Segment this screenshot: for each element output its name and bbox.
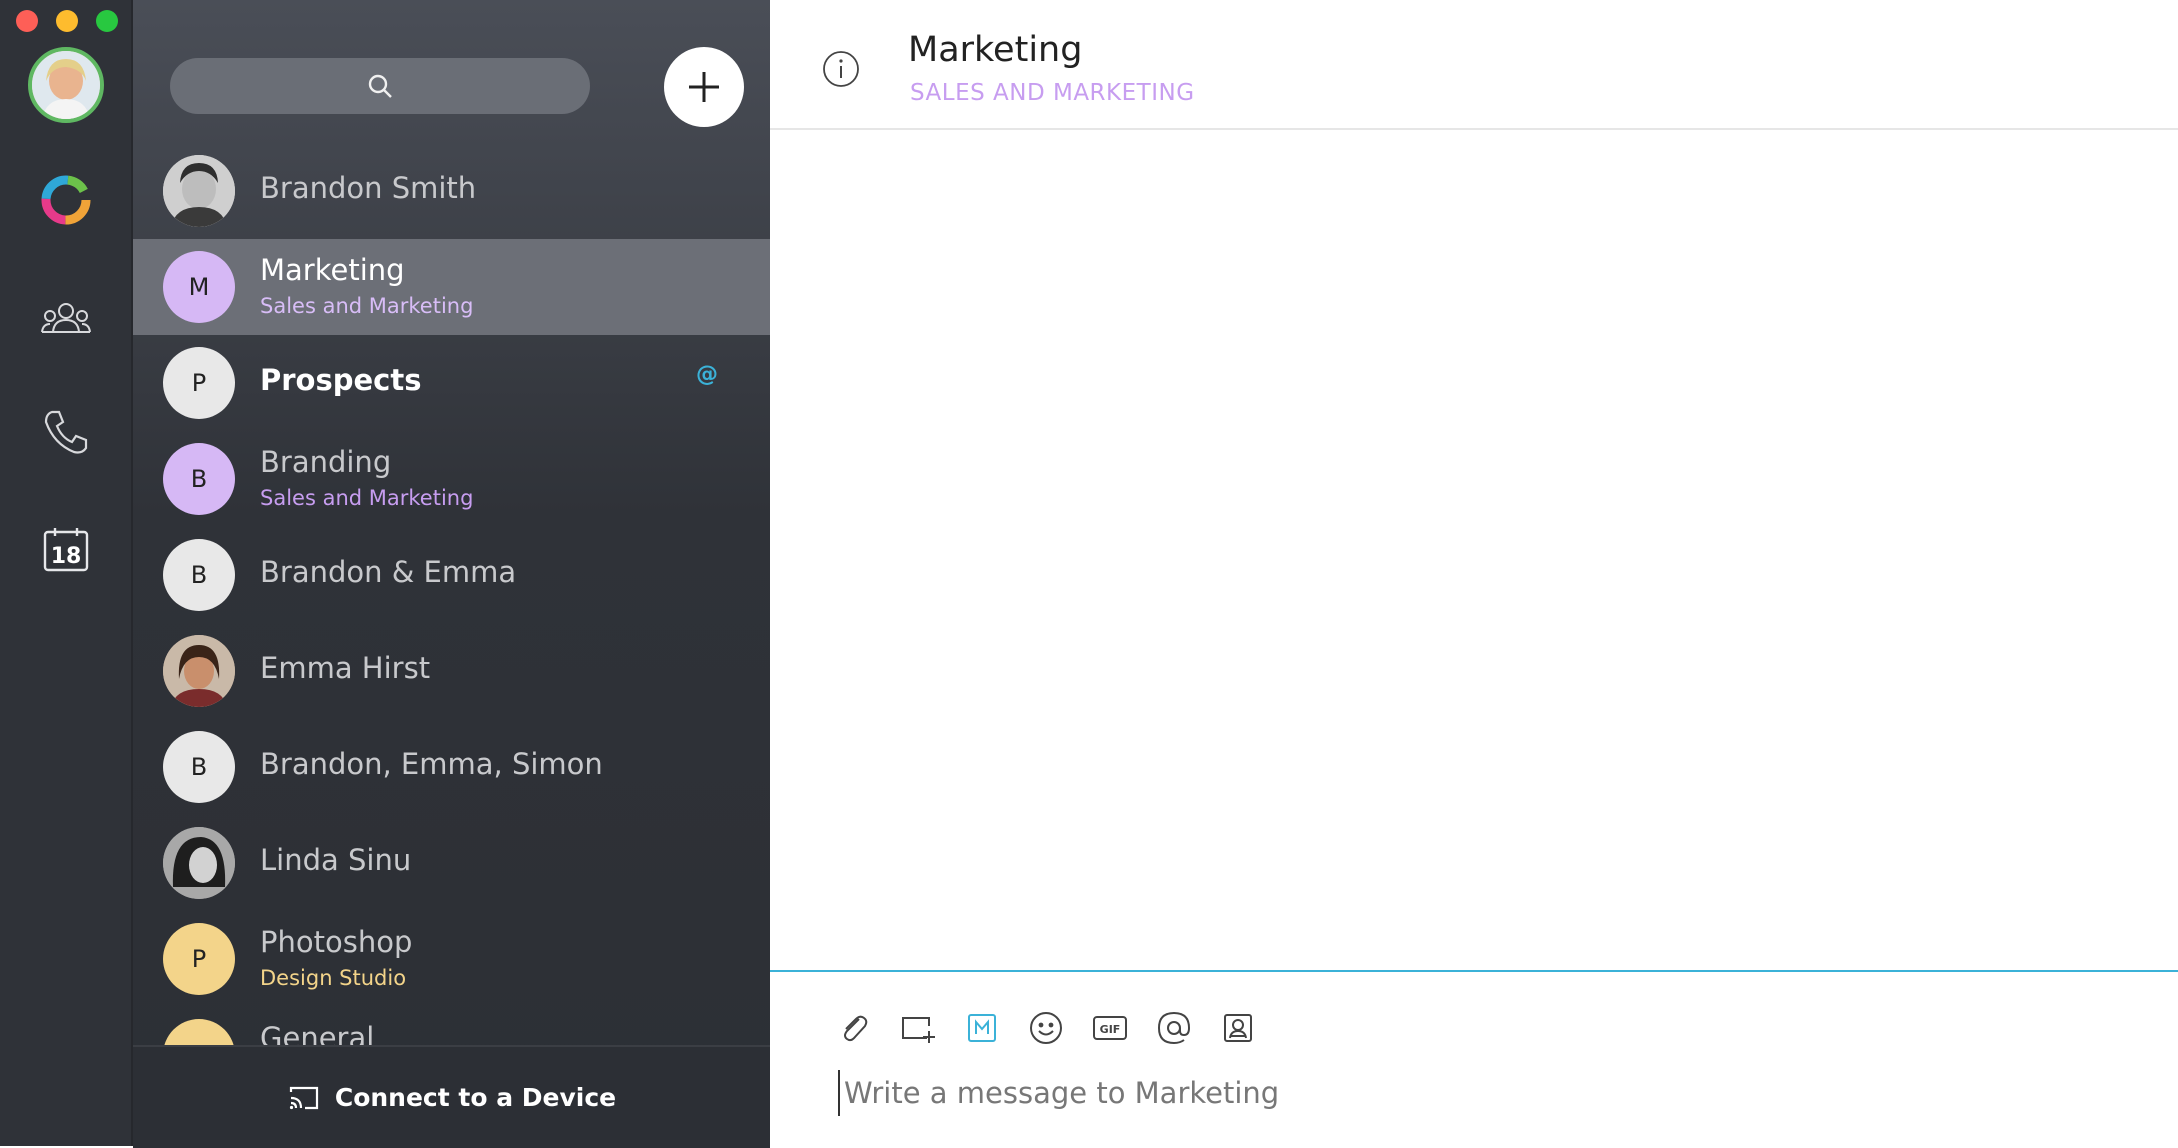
minimize-window-button[interactable] (56, 10, 78, 32)
gif-icon[interactable]: GIF (1088, 1006, 1132, 1050)
space-subtitle: SALES AND MARKETING (910, 80, 1195, 106)
conversation-name: Brandon Smith (260, 171, 477, 205)
conversation-subtitle: Sales and Marketing (260, 294, 474, 318)
composer: GIF (770, 970, 2178, 1148)
left-rail: 18 (0, 0, 133, 1146)
info-icon[interactable] (822, 50, 860, 88)
conversation-subtitle: Sales and Marketing (260, 486, 474, 510)
message-input[interactable] (838, 1070, 2044, 1116)
conversation-list: Brandon Smith M Marketing Sales and Mark… (133, 143, 770, 1045)
avatar: P (163, 923, 235, 995)
phone-icon[interactable] (36, 402, 96, 462)
list-item-emma-hirst[interactable]: Emma Hirst (133, 623, 770, 719)
list-item-brandon-smith[interactable]: Brandon Smith (133, 143, 770, 239)
list-item-linda-sinu[interactable]: Linda Sinu (133, 815, 770, 911)
avatar: B (163, 443, 235, 515)
add-button[interactable] (664, 47, 744, 127)
message-area (770, 130, 2178, 970)
conversation-name: Emma Hirst (260, 651, 431, 685)
conversation-name: Linda Sinu (260, 843, 412, 877)
cast-icon (289, 1086, 318, 1109)
list-item-marketing[interactable]: M Marketing Sales and Marketing (133, 239, 770, 335)
conversation-name: Brandon & Emma (260, 555, 517, 589)
teams-icon[interactable] (36, 288, 96, 348)
avatar (163, 635, 235, 707)
space-title: Marketing (908, 30, 1083, 70)
list-item-brandon-emma-simon[interactable]: B Brandon, Emma, Simon (133, 719, 770, 815)
conversation-name: Prospects (260, 363, 422, 397)
avatar: B (163, 539, 235, 611)
avatar (163, 827, 235, 899)
search-input[interactable] (170, 58, 590, 114)
mention-badge: @ (696, 362, 718, 387)
mention-icon[interactable] (1152, 1006, 1196, 1050)
list-item-prospects[interactable]: P Prospects @ (133, 335, 770, 431)
list-item-photoshop[interactable]: P Photoshop Design Studio (133, 911, 770, 1007)
avatar: B (163, 731, 235, 803)
avatar: P (163, 347, 235, 419)
conversation-name: Marketing (260, 253, 405, 287)
calendar-icon[interactable]: 18 (36, 520, 96, 580)
close-window-button[interactable] (16, 10, 38, 32)
connect-device-label: Connect to a Device (334, 1083, 617, 1112)
plus-icon (689, 72, 719, 102)
avatar: M (163, 251, 235, 323)
conversation-name: Brandon, Emma, Simon (260, 747, 603, 781)
connect-device-button[interactable]: Connect to a Device (133, 1045, 770, 1148)
attach-icon[interactable] (832, 1006, 876, 1050)
screenshot-icon[interactable] (896, 1006, 940, 1050)
calendar-day: 18 (51, 544, 82, 569)
contact-icon[interactable] (1216, 1006, 1260, 1050)
list-item-brandon-emma[interactable]: B Brandon & Emma (133, 527, 770, 623)
user-avatar[interactable] (28, 47, 104, 123)
svg-text:GIF: GIF (1100, 1023, 1121, 1036)
app-logo-icon[interactable] (36, 170, 96, 230)
conversation-subtitle: Design Studio (260, 966, 407, 990)
list-item-general[interactable]: G General (133, 1007, 770, 1045)
search-icon (368, 74, 392, 98)
avatar: G (163, 1019, 235, 1045)
conversation-list-panel: Brandon Smith M Marketing Sales and Mark… (133, 0, 770, 1148)
conversation-name: Photoshop (260, 925, 413, 959)
conversation-name: General (260, 1021, 375, 1045)
maximize-window-button[interactable] (96, 10, 118, 32)
avatar (163, 155, 235, 227)
conversation-name: Branding (260, 445, 392, 479)
user-avatar-image (32, 51, 100, 119)
list-item-branding[interactable]: B Branding Sales and Marketing (133, 431, 770, 527)
space-panel: Marketing SALES AND MARKETING GIF Write … (770, 0, 2178, 1146)
emoji-icon[interactable] (1024, 1006, 1068, 1050)
space-header: Marketing SALES AND MARKETING (770, 0, 2178, 130)
markdown-icon[interactable] (960, 1006, 1004, 1050)
